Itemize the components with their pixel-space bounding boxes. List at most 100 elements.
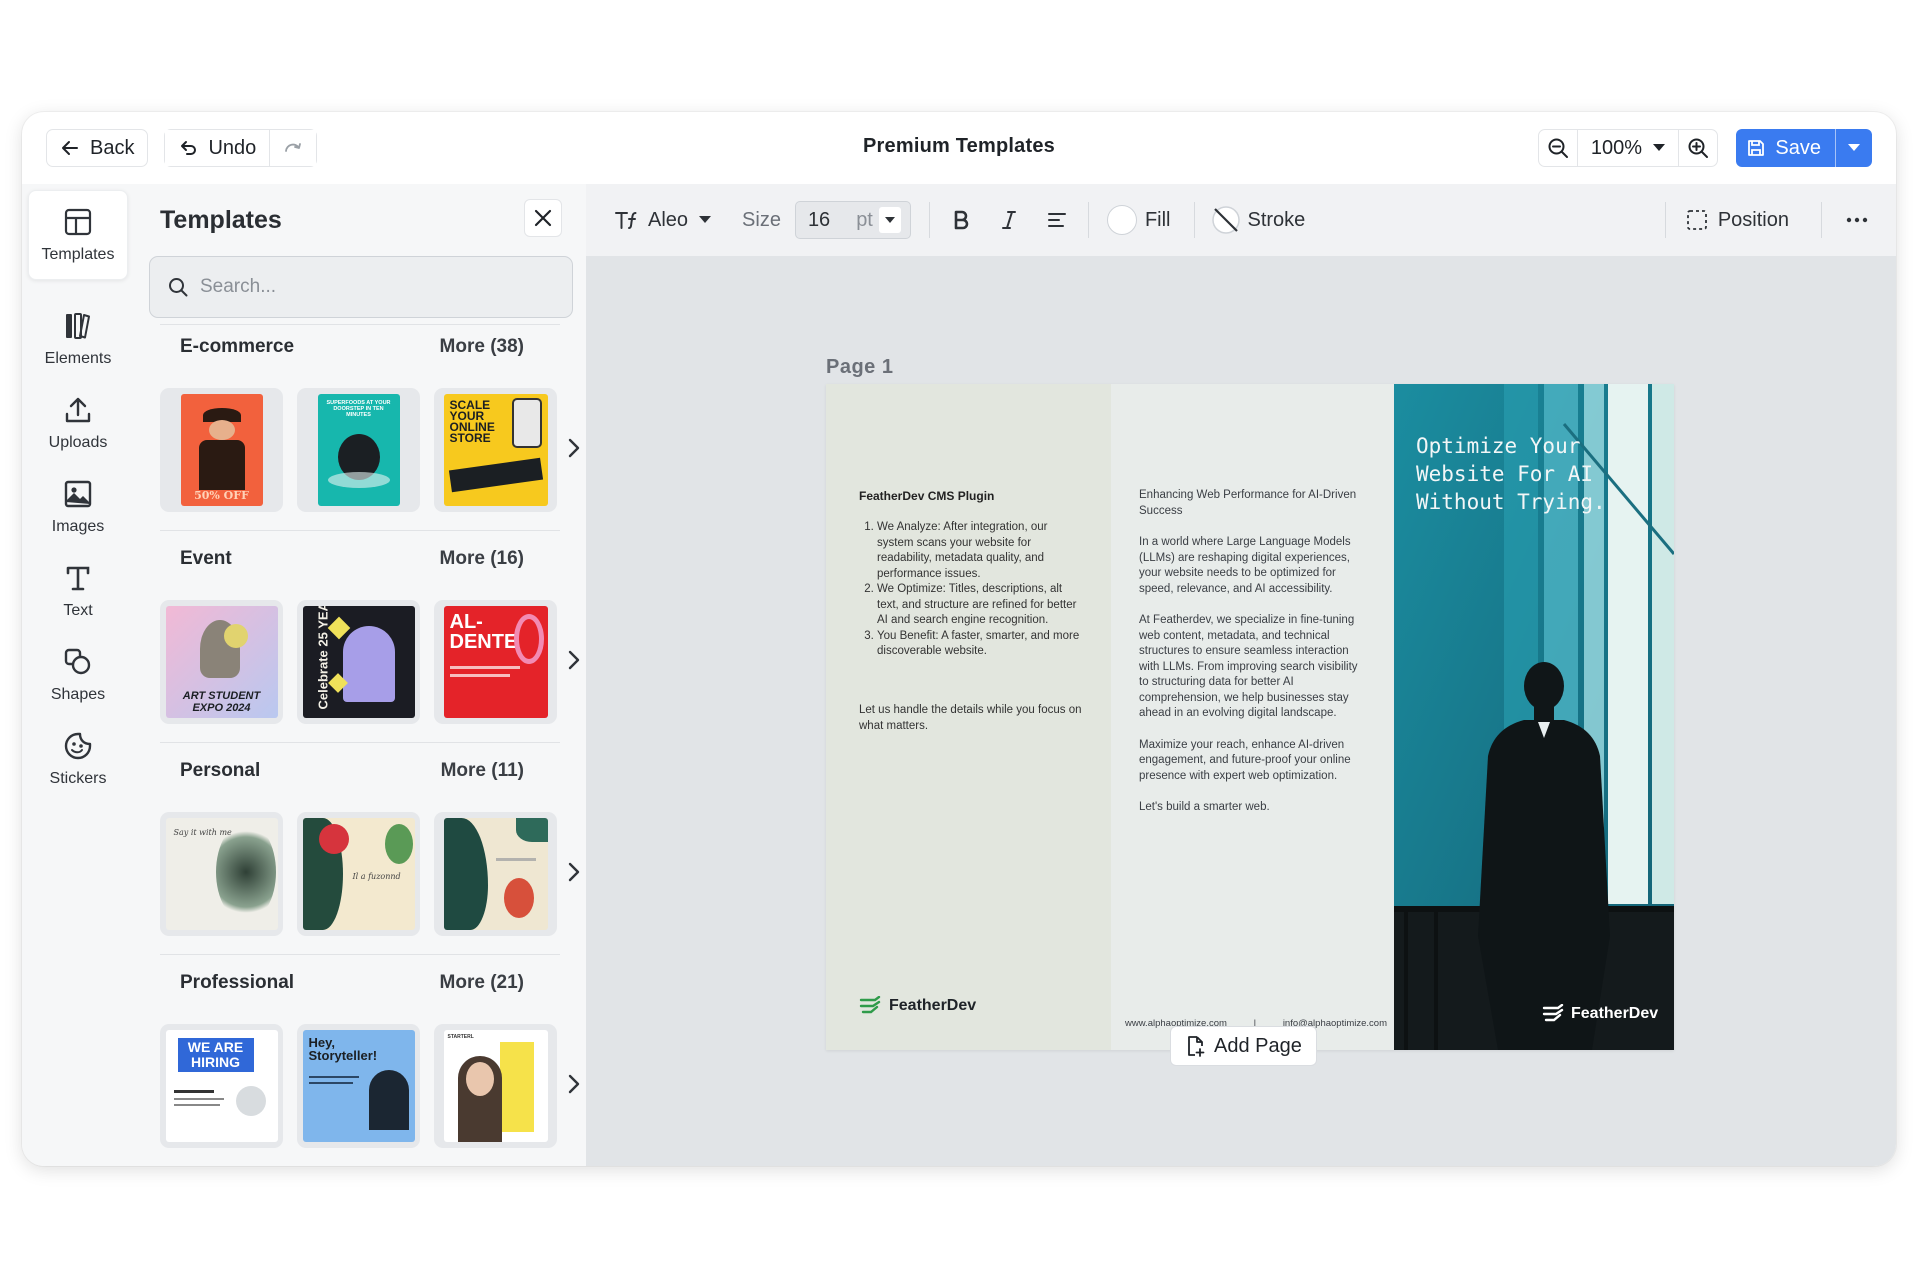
paragraph: Let's build a smarter web. <box>1139 801 1270 813</box>
brand-logo[interactable]: FeatherDev <box>859 996 976 1016</box>
template-thumb[interactable]: 50% OFF <box>160 388 283 512</box>
template-thumb[interactable]: Il a fuzonnd <box>297 812 420 936</box>
more-options-button[interactable] <box>1846 217 1868 223</box>
font-select[interactable]: Aleo <box>614 209 712 232</box>
undo-icon <box>181 141 197 155</box>
toolbar-divider <box>1821 202 1822 238</box>
toolbar-right: Position <box>1664 202 1896 238</box>
step-item: We Analyze: After integration, our syste… <box>877 520 1084 582</box>
templates-panel: Templates E-commerce More (38) 50% <box>134 184 586 1166</box>
template-thumb[interactable]: WE ARE HIRING <box>160 1024 283 1148</box>
font-size-input[interactable]: 16 pt <box>794 201 911 239</box>
section-name: E-commerce <box>180 336 295 357</box>
template-thumb[interactable] <box>434 812 557 936</box>
section-professional: Professional More (21) WE ARE HIRING Hey… <box>134 962 586 1166</box>
thumb-text: ART STUDENT EXPO 2024 <box>182 690 261 714</box>
rail-item-uploads[interactable]: Uploads <box>28 378 128 468</box>
zoom-select[interactable]: 100% <box>1578 130 1678 166</box>
redo-icon <box>285 143 302 152</box>
close-panel-button[interactable] <box>524 199 562 237</box>
zoom-in-button[interactable] <box>1679 130 1717 166</box>
add-page-label: Add Page <box>1214 1034 1302 1057</box>
add-page-button[interactable]: Add Page <box>1170 1026 1317 1066</box>
cover-headline[interactable]: Optimize Your Website For AI Without Try… <box>1416 432 1606 516</box>
body-text[interactable]: Enhancing Web Performance for AI-Driven … <box>1139 488 1365 832</box>
text-icon <box>66 566 90 590</box>
image-icon <box>64 480 92 507</box>
template-thumb[interactable]: STARTERL <box>434 1024 557 1148</box>
more-horizontal-icon <box>1846 217 1868 223</box>
brochure-panel-left[interactable]: FeatherDev CMS Plugin We Analyze: After … <box>826 384 1111 1050</box>
back-button[interactable]: Back <box>46 129 149 167</box>
brochure-heading[interactable]: FeatherDev CMS Plugin <box>859 489 994 503</box>
save-options-button[interactable] <box>1836 129 1872 167</box>
rail-item-shapes[interactable]: Shapes <box>28 630 128 720</box>
brochure-page[interactable]: FeatherDev CMS Plugin We Analyze: After … <box>826 384 1674 1050</box>
stroke-label: Stroke <box>1247 208 1306 231</box>
search-input[interactable] <box>200 276 540 298</box>
brand-logo[interactable]: FeatherDev <box>1542 1004 1658 1024</box>
size-dropdown[interactable] <box>878 207 901 233</box>
italic-button[interactable] <box>996 207 1022 233</box>
rail-item-stickers[interactable]: Stickers <box>28 714 128 804</box>
search-box <box>149 256 573 318</box>
divider <box>160 324 560 325</box>
rail-item-images[interactable]: Images <box>28 462 128 552</box>
toolbar-divider <box>1087 202 1089 238</box>
template-thumb[interactable]: Say it with me <box>160 812 283 936</box>
chevron-right-icon[interactable] <box>566 436 582 460</box>
brand-name: FeatherDev <box>1571 1005 1659 1022</box>
font-name: Aleo <box>648 208 689 231</box>
template-thumb[interactable]: Hey, Storyteller! <box>297 1024 420 1148</box>
chevron-right-icon[interactable] <box>566 1072 582 1096</box>
section-personal: Personal More (11) Say it with me Il a f… <box>134 750 586 962</box>
rail-item-elements[interactable]: Elements <box>28 294 128 384</box>
align-left-icon <box>1047 213 1066 227</box>
thumb-text: Il a fuzonnd <box>352 872 401 881</box>
template-thumb[interactable]: Celebrate 25 YEARS <box>297 600 420 724</box>
step-item: You Benefit: A faster, smarter, and more… <box>877 629 1084 660</box>
section-name: Professional <box>180 972 295 993</box>
thumb-text: WE ARE HIRING <box>177 1038 254 1072</box>
thumb-art: SUPERFOODS AT YOUR DOORSTEP IN TEN MINUT… <box>317 394 400 506</box>
template-thumb[interactable]: SCALE YOUR ONLINE STORE <box>434 388 557 512</box>
section-header: E-commerce More (38) <box>180 336 524 358</box>
more-link[interactable]: More (21) <box>440 972 524 994</box>
fill-button[interactable]: Fill <box>1106 205 1170 235</box>
zoom-out-button[interactable] <box>1539 130 1577 166</box>
steps-list[interactable]: We Analyze: After integration, our syste… <box>859 520 1084 660</box>
size-value: 16 <box>807 208 831 231</box>
save-button[interactable]: Save <box>1736 129 1835 167</box>
stroke-button[interactable]: Stroke <box>1211 205 1305 235</box>
bold-button[interactable] <box>948 207 974 233</box>
position-button[interactable]: Position <box>1686 209 1789 232</box>
template-thumb[interactable]: SUPERFOODS AT YOUR DOORSTEP IN TEN MINUT… <box>297 388 420 512</box>
more-link[interactable]: More (11) <box>441 760 524 782</box>
books-icon <box>66 312 90 339</box>
thumb-text: 50% OFF <box>194 489 249 502</box>
chevron-right-icon[interactable] <box>566 648 582 672</box>
toolbar-divider <box>928 202 930 238</box>
thumb-art: AL-DENTE <box>443 606 548 718</box>
brochure-panel-right[interactable]: Optimize Your Website For AI Without Try… <box>1394 384 1674 1050</box>
thumb-art: SCALE YOUR ONLINE STORE <box>443 394 548 506</box>
more-link[interactable]: More (38) <box>440 336 524 358</box>
template-thumb[interactable]: ART STUDENT EXPO 2024 <box>160 600 283 724</box>
divider <box>160 530 560 531</box>
size-unit: pt <box>856 208 873 231</box>
rail-item-templates[interactable]: Templates <box>28 190 128 280</box>
align-button[interactable] <box>1044 207 1070 233</box>
rail-item-text[interactable]: Text <box>28 546 128 636</box>
more-link[interactable]: More (16) <box>440 548 524 570</box>
redo-button[interactable] <box>270 130 317 166</box>
brochure-panel-middle[interactable]: Enhancing Web Performance for AI-Driven … <box>1111 384 1394 1050</box>
closing-text[interactable]: Let us handle the details while you focu… <box>859 703 1084 734</box>
thumb-row: ART STUDENT EXPO 2024 Celebrate 25 YEARS… <box>160 600 557 724</box>
chevron-right-icon[interactable] <box>566 860 582 884</box>
template-thumb[interactable]: AL-DENTE <box>434 600 557 724</box>
font-icon <box>615 212 637 229</box>
undo-label: Undo <box>208 136 257 159</box>
sticker-icon <box>64 732 92 759</box>
rail-label: Text <box>63 601 93 619</box>
undo-button[interactable]: Undo <box>165 130 270 166</box>
